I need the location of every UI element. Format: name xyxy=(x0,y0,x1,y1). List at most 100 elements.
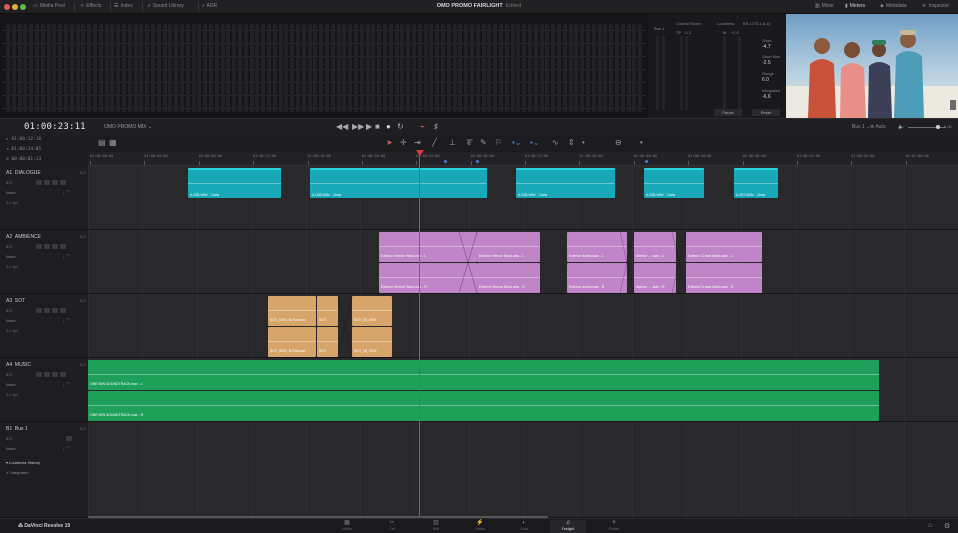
video-viewer[interactable] xyxy=(786,14,958,118)
playhead[interactable] xyxy=(419,150,420,516)
zoom-dot-icon[interactable]: • xyxy=(640,138,643,147)
dialogue-clip[interactable]: A-008.WAV - Chris xyxy=(516,168,615,198)
mute-button[interactable] xyxy=(60,308,66,313)
record-arm-button[interactable] xyxy=(44,308,50,313)
selection-tool-icon[interactable]: ➤ xyxy=(386,138,393,147)
music-clip[interactable]: ONE MIN SOUNDTRACK.wav - R xyxy=(88,391,879,421)
sot-clip[interactable]: SOT_0001_B-Roll.wav xyxy=(268,327,316,357)
track-header-b1[interactable]: B1 Bus 1 2.0 0.0 None ⌄ ⌒ ▾ Loudness His… xyxy=(0,422,88,518)
pan-icon[interactable]: ⌄ ⌒ xyxy=(62,254,70,260)
blade-tool-icon[interactable]: ╱ xyxy=(432,138,437,147)
play-icon[interactable]: ▶ xyxy=(366,122,372,131)
pan-icon[interactable]: ⌄ ⌒ xyxy=(62,190,70,196)
dialogue-clip[interactable]: A-008.WAV - Chris xyxy=(310,168,487,198)
track-header-a3[interactable]: A3 SOT 2.0 0.0 None ⌄ ⌒ 5.0 Ipc xyxy=(0,294,88,358)
page-fairlight[interactable]: ♫ Fairlight xyxy=(550,520,586,533)
track-view-icon[interactable]: ▦ xyxy=(109,138,117,147)
page-edit[interactable]: ▥ Edit xyxy=(418,520,454,533)
record-arm-button[interactable] xyxy=(44,244,50,249)
color-marker-icon[interactable]: ▪⌄ xyxy=(530,138,540,147)
timeline-marker[interactable] xyxy=(645,160,648,163)
pan-icon[interactable]: ⌄ ⌒ xyxy=(62,318,70,324)
track-volume[interactable]: 0.0 xyxy=(6,372,12,377)
volume-slider[interactable] xyxy=(908,127,946,128)
dialogue-clip[interactable]: A-008.WAV - Chris xyxy=(644,168,704,198)
track-header-a2[interactable]: A2 AMBIENCE 2.0 0.0 None ⌄ ⌒ 5.0 Ipc xyxy=(0,230,88,294)
zoom-icon[interactable]: ⇕ xyxy=(568,138,575,147)
track-input[interactable]: None xyxy=(6,254,16,259)
loop-icon[interactable]: ↻ xyxy=(397,122,404,131)
timeline-ruler[interactable]: 01:00:00:00 01:00:04:00 01:00:08:00 01:00:1… xyxy=(88,152,958,166)
solo-button[interactable] xyxy=(52,180,58,185)
link-icon[interactable]: 𝒞 xyxy=(466,138,472,148)
waveform-zoom-icon[interactable]: ∿ xyxy=(552,138,559,147)
music-clip[interactable]: ONE MIN SOUNDTRACK.wav - L xyxy=(88,360,879,390)
mute-button[interactable] xyxy=(60,180,66,185)
lock-button[interactable] xyxy=(36,372,42,377)
reset-button[interactable]: Reset xyxy=(752,109,780,116)
track-input[interactable]: None xyxy=(6,446,16,451)
track-volume[interactable]: 0.0 xyxy=(6,308,12,313)
inspector-button[interactable]: ⚟ Inspector xyxy=(922,3,949,9)
pan-icon[interactable]: ⌄ ⌒ xyxy=(62,446,70,452)
home-icon[interactable]: ⌂ xyxy=(928,522,932,529)
metadata-button[interactable]: ◈ Metadata xyxy=(880,3,907,9)
track-lane-a2[interactable]: Exterior Vernon Wind.wav - L Exterior Ve… xyxy=(88,230,958,294)
ambience-clip[interactable]: Exterior Crowd Walla.wav - L xyxy=(686,232,762,262)
sot-clip[interactable]: SOT xyxy=(317,327,338,357)
dot-icon[interactable]: • xyxy=(582,138,585,147)
lock-button[interactable] xyxy=(36,244,42,249)
speaker-icon[interactable]: 🔈 xyxy=(898,124,904,130)
volume-slider-handle[interactable] xyxy=(936,125,940,129)
range-tool-icon[interactable]: ✛ xyxy=(400,138,407,147)
meters-button[interactable]: ▮ Meters xyxy=(845,3,865,9)
mute-button[interactable] xyxy=(60,372,66,377)
track-input[interactable]: None xyxy=(6,190,16,195)
page-cut[interactable]: ✂ Cut xyxy=(374,520,410,533)
ambience-clip[interactable]: Exterior Crowd Walla.wav - R xyxy=(686,263,762,293)
page-media[interactable]: ▦ Media xyxy=(329,520,365,533)
page-fusion[interactable]: ⚡ Fusion xyxy=(462,520,498,533)
fast-forward-icon[interactable]: ▶▶ xyxy=(352,122,364,131)
lock-button[interactable] xyxy=(36,308,42,313)
ambience-clip[interactable]: Exterior Vernon Birds.wav - R xyxy=(477,263,540,293)
pause-button[interactable]: Pause xyxy=(714,109,742,116)
ambience-clip[interactable]: Exterior dunes.wav - R xyxy=(567,263,627,293)
bus-select[interactable]: Bus 1 ⌄ xyxy=(852,124,870,130)
zoom-out-icon[interactable]: ⊖ xyxy=(615,138,622,147)
track-lane-a1[interactable]: A-008.WAV - Chris A-008.WAV - Chris A-00… xyxy=(88,166,958,230)
sot-clip[interactable]: SOT_08_0001 xyxy=(352,327,392,357)
stop-icon[interactable]: ■ xyxy=(375,122,380,131)
ambience-clip[interactable]: Exterior dunes.wav - L xyxy=(567,232,627,262)
timeline-selector[interactable]: OMO PROMO MIX ⌄ xyxy=(104,124,152,130)
mute-button[interactable] xyxy=(66,436,72,441)
sot-clip[interactable]: SOT_0001_B-Roll.wav xyxy=(268,296,316,326)
dialogue-clip[interactable]: A-008.WAV - Chris xyxy=(188,168,281,198)
record-arm-button[interactable] xyxy=(44,180,50,185)
snap-icon[interactable]: ⌁ xyxy=(420,122,425,131)
dialogue-clip[interactable]: A-007.WAV - Chris xyxy=(734,168,778,198)
track-header-a4[interactable]: A4 MUSIC 2.0 0.0 None ⌄ ⌒ 5.0 Ipc xyxy=(0,358,88,422)
mute-button[interactable] xyxy=(60,244,66,249)
solo-button[interactable] xyxy=(52,372,58,377)
ambience-clip[interactable]: Exterior Vernon Birds.wav - L xyxy=(477,232,540,262)
playhead-handle[interactable] xyxy=(416,150,424,156)
trim-tool-icon[interactable]: ⇥ xyxy=(414,138,421,147)
page-color[interactable]: ◐ Color xyxy=(506,520,542,533)
ambience-clip[interactable]: Interior ... .wav - R xyxy=(634,263,676,293)
solo-button[interactable] xyxy=(52,308,58,313)
flag-icon[interactable]: ⚐ xyxy=(495,138,502,147)
record-icon[interactable]: ● xyxy=(386,122,391,131)
lock-button[interactable] xyxy=(36,180,42,185)
sot-clip[interactable]: SOT xyxy=(317,296,338,326)
track-volume[interactable]: 0.0 xyxy=(6,244,12,249)
record-arm-button[interactable] xyxy=(44,372,50,377)
automation-mode[interactable]: ⊕ Auto xyxy=(870,124,886,130)
page-deliver[interactable]: ✈ Deliver xyxy=(596,520,632,533)
mixer-button[interactable]: ▥ Mixer xyxy=(815,3,834,9)
track-lane-a4[interactable]: ONE MIN SOUNDTRACK.wav - L ONE MIN SOUND… xyxy=(88,358,958,422)
sot-clip[interactable]: SOT_08_0001 xyxy=(352,296,392,326)
pan-icon[interactable]: ⌄ ⌒ xyxy=(62,382,70,388)
track-input[interactable]: None xyxy=(6,318,16,323)
track-volume[interactable]: 0.0 xyxy=(6,180,12,185)
